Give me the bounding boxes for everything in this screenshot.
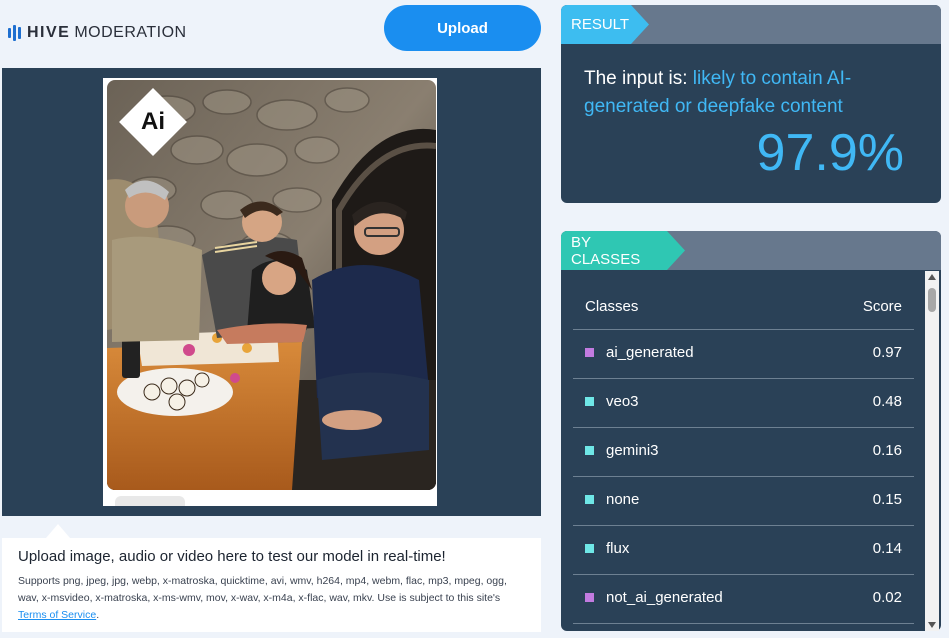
class-score: 0.97 (872, 344, 902, 361)
ai-badge-label: Ai (141, 108, 165, 135)
class-swatch (585, 593, 594, 602)
logo-text-light: MODERATION (74, 24, 187, 41)
supported-formats-text: Supports png, jpeg, jpg, webp, x-matrosk… (18, 573, 524, 624)
by-classes-panel: BY CLASSES Classes Score ai_generated 0.… (561, 231, 941, 631)
formats-list: Supports png, jpeg, jpg, webp, x-matrosk… (18, 575, 507, 604)
image-handle[interactable] (115, 496, 185, 506)
classes-header: BY CLASSES (561, 231, 941, 270)
class-swatch (585, 544, 594, 553)
info-title: Upload image, audio or video here to tes… (18, 548, 446, 565)
logo-text-bold: HIVE (27, 24, 71, 41)
result-percentage: 97.9% (756, 124, 904, 182)
class-score: 0.14 (872, 540, 902, 557)
class-name: none (606, 491, 640, 508)
class-swatch (585, 446, 594, 455)
class-score: 0.48 (872, 393, 902, 410)
result-prefix: The input is: (584, 68, 688, 89)
classes-table-header: Classes Score (573, 286, 914, 330)
class-score: 0.16 (872, 442, 902, 459)
scroll-up-arrow-icon[interactable] (928, 274, 936, 280)
class-name: not_ai_generated (606, 589, 723, 606)
class-swatch (585, 348, 594, 357)
class-swatch (585, 397, 594, 406)
hive-logo-icon (8, 24, 21, 42)
upload-info-box: Upload image, audio or video here to tes… (2, 538, 541, 632)
class-row: gemini3 0.16 (573, 428, 914, 477)
class-name: flux (606, 540, 630, 557)
preview-panel: Ai (2, 68, 541, 516)
class-name: gemini3 (606, 442, 659, 459)
class-row: not_ai_generated 0.02 (573, 575, 914, 624)
upload-button[interactable]: Upload (384, 5, 541, 51)
class-row: none 0.15 (573, 477, 914, 526)
class-score: 0.02 (872, 589, 902, 606)
result-statement: The input is: likely to contain AI-gener… (584, 65, 904, 121)
class-swatch (585, 495, 594, 504)
result-header: RESULT (561, 5, 941, 44)
hive-moderation-logo[interactable]: HIVE MODERATION (8, 22, 187, 44)
column-classes: Classes (585, 298, 639, 315)
tos-suffix: . (96, 609, 100, 621)
column-score: Score (862, 298, 902, 315)
class-score: 0.15 (872, 491, 902, 508)
uploaded-photo: Ai (107, 80, 436, 490)
terms-of-service-link[interactable]: Terms of Service (18, 609, 96, 621)
scroll-thumb[interactable] (928, 288, 936, 312)
class-row: flux 0.14 (573, 526, 914, 575)
info-pointer (46, 524, 70, 538)
result-tag: RESULT (561, 5, 649, 44)
class-row: veo3 0.48 (573, 379, 914, 428)
class-name: ai_generated (606, 344, 694, 361)
scroll-down-arrow-icon[interactable] (928, 622, 936, 628)
by-classes-tag: BY CLASSES (561, 231, 685, 270)
class-name: veo3 (606, 393, 639, 410)
result-panel: RESULT The input is: likely to contain A… (561, 5, 941, 203)
class-row: ai_generated 0.97 (573, 330, 914, 379)
classes-scrollbar[interactable] (925, 271, 939, 631)
image-preview-frame: Ai (103, 78, 437, 506)
